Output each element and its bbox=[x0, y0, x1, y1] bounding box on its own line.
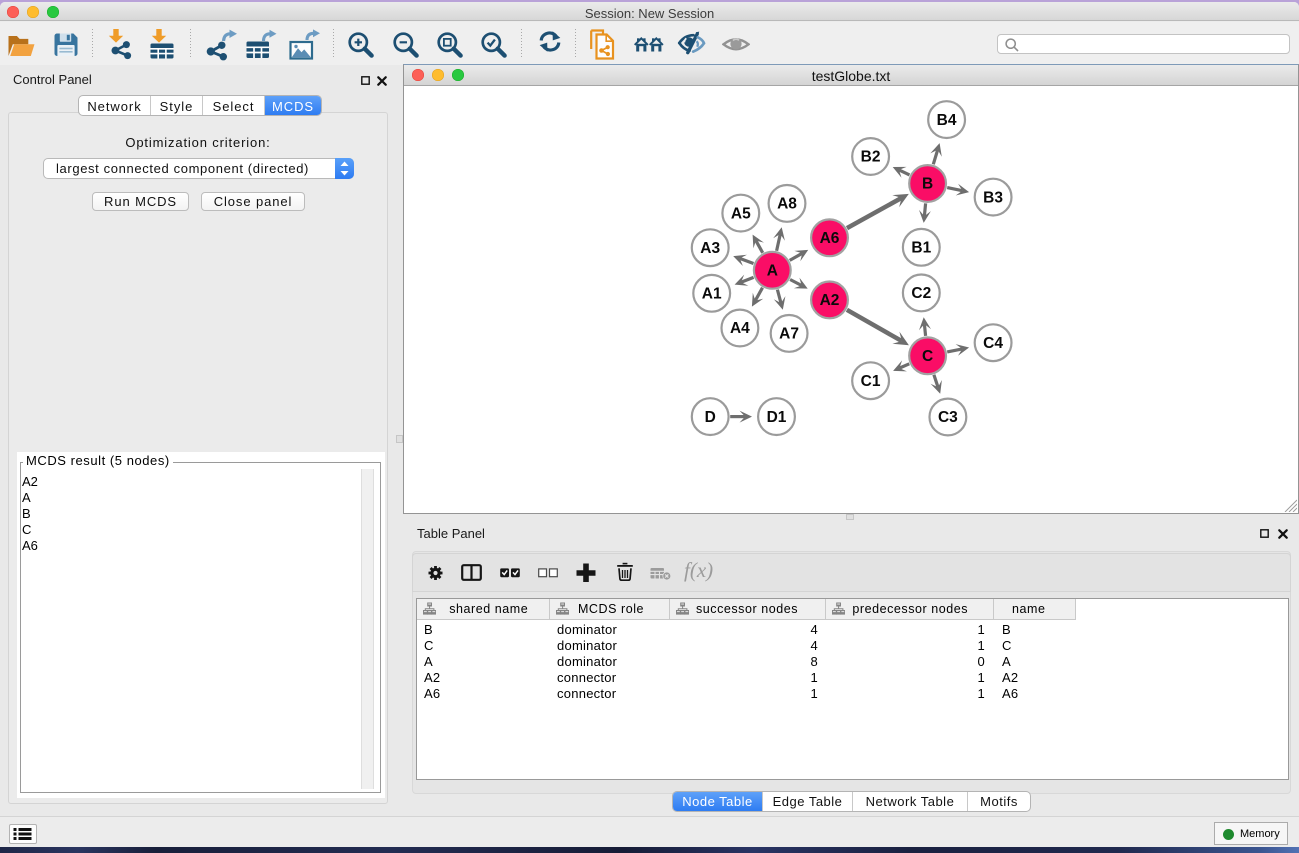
svg-text:B: B bbox=[922, 176, 933, 193]
svg-text:B2: B2 bbox=[861, 149, 881, 166]
svg-text:A4: A4 bbox=[730, 320, 750, 337]
svg-text:B3: B3 bbox=[983, 189, 1003, 206]
svg-text:C4: C4 bbox=[983, 335, 1003, 352]
svg-text:A2: A2 bbox=[820, 292, 840, 309]
svg-text:C1: C1 bbox=[861, 373, 881, 390]
svg-text:A: A bbox=[767, 263, 778, 280]
svg-text:C3: C3 bbox=[938, 409, 958, 426]
svg-text:A8: A8 bbox=[777, 196, 797, 213]
svg-text:A5: A5 bbox=[731, 205, 751, 222]
svg-text:B1: B1 bbox=[911, 240, 931, 257]
svg-text:A7: A7 bbox=[779, 326, 799, 343]
svg-text:D1: D1 bbox=[767, 409, 787, 426]
svg-text:C: C bbox=[922, 348, 933, 365]
svg-text:A3: A3 bbox=[700, 240, 720, 257]
svg-text:C2: C2 bbox=[911, 285, 931, 302]
svg-text:A6: A6 bbox=[820, 230, 840, 247]
svg-text:B4: B4 bbox=[937, 112, 957, 129]
svg-text:D: D bbox=[705, 409, 716, 426]
svg-text:A1: A1 bbox=[702, 286, 722, 303]
